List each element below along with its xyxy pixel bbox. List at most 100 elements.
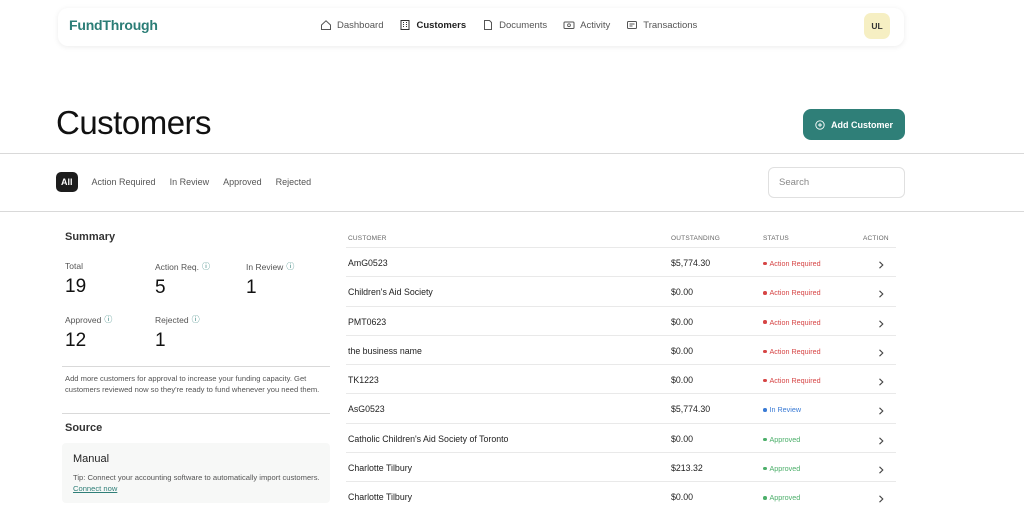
- status-label: Action Required: [769, 259, 821, 268]
- chevron-right-icon[interactable]: [876, 403, 886, 416]
- column-header-outstanding[interactable]: OUTSTANDING: [671, 235, 720, 242]
- stat-label: Approved ⓘ: [65, 314, 112, 325]
- customer-name: Catholic Children's Aid Society of Toron…: [348, 433, 509, 444]
- table-row[interactable]: Charlotte Tilbury $0.00 Approved: [346, 481, 896, 510]
- outstanding-amount: $5,774.30: [671, 258, 711, 268]
- nav-activity-label: Activity: [580, 19, 611, 31]
- filter-action-required[interactable]: Action Required: [92, 177, 156, 187]
- user-avatar[interactable]: UL: [864, 13, 890, 39]
- customer-name: PMT0623: [348, 316, 387, 327]
- page-title: Customers: [56, 104, 212, 141]
- status-dot: [763, 466, 767, 471]
- customer-name: AsG0523: [348, 404, 385, 415]
- chevron-right-icon[interactable]: [876, 286, 886, 298]
- outstanding-amount: $5,774.30: [671, 404, 711, 415]
- source-title: Source: [65, 422, 103, 434]
- nav-transactions[interactable]: Transactions: [626, 19, 697, 31]
- info-icon[interactable]: ⓘ: [192, 314, 200, 325]
- transactions-icon: [627, 21, 638, 29]
- status-badge: Action Required: [763, 259, 821, 268]
- search-input[interactable]: [768, 167, 905, 198]
- stat-value: 19: [65, 276, 87, 297]
- status-dot: [763, 437, 767, 442]
- stat-value: 5: [155, 277, 166, 298]
- connect-now-link[interactable]: Connect now: [73, 484, 117, 493]
- manual-tip-text: Tip: Connect your accounting software to…: [73, 473, 320, 482]
- status-dot: [763, 320, 767, 324]
- table-row[interactable]: Charlotte Tilbury $213.32 Approved: [346, 452, 896, 481]
- table-body: AmG0523 $5,774.30 Action Required Children'…: [346, 247, 896, 511]
- nav-documents[interactable]: Documents: [482, 19, 547, 31]
- chevron-right-icon[interactable]: [876, 374, 886, 386]
- filter-all[interactable]: All: [56, 172, 78, 192]
- table-row[interactable]: AmG0523 $5,774.30 Action Required: [346, 247, 896, 276]
- top-navigation: FundThrough Dashboard Customers Document…: [58, 8, 904, 46]
- status-label: Approved: [769, 464, 801, 474]
- status-dot: [763, 261, 767, 266]
- table-row[interactable]: Catholic Children's Aid Society of Toron…: [346, 422, 896, 452]
- activity-icon: [563, 21, 575, 29]
- stat-label-text: In Review: [246, 261, 284, 272]
- divider: [62, 413, 330, 414]
- status-label: Approved: [769, 493, 801, 503]
- nav-activity[interactable]: Activity: [563, 19, 610, 31]
- status-dot: [763, 408, 767, 412]
- chevron-right-icon[interactable]: [876, 345, 886, 357]
- status-label: Action Required: [769, 376, 821, 386]
- nav-customers[interactable]: Customers: [399, 19, 466, 31]
- customer-name: Charlotte Tilbury: [348, 463, 413, 474]
- nav-links: Dashboard Customers Documents Activity T…: [320, 19, 697, 31]
- table-row[interactable]: AsG0523 $5,774.30 In Review: [346, 393, 896, 422]
- nav-dashboard[interactable]: Dashboard: [320, 19, 383, 31]
- customer-name: AmG0523: [348, 258, 388, 268]
- column-header-customer[interactable]: CUSTOMER: [348, 235, 387, 242]
- stat-in-review: In Review ⓘ 1: [246, 261, 294, 299]
- customer-name: TK1223: [348, 375, 379, 386]
- stat-label-text: Action Req.: [155, 261, 199, 272]
- table-row[interactable]: Children's Aid Society $0.00 Action Requir…: [346, 276, 896, 305]
- status-badge: Action Required: [763, 318, 821, 327]
- stat-value: 1: [155, 330, 166, 351]
- outstanding-amount: $0.00: [671, 433, 694, 444]
- outstanding-amount: $0.00: [671, 345, 694, 356]
- divider: [62, 366, 330, 367]
- status-label: Action Required: [769, 317, 821, 327]
- chevron-right-icon[interactable]: [876, 491, 886, 503]
- status-badge: Action Required: [763, 288, 821, 297]
- nav-documents-label: Documents: [499, 19, 548, 31]
- table-row[interactable]: TK1223 $0.00 Action Required: [346, 364, 896, 393]
- status-label: Action Required: [769, 346, 821, 356]
- filter-approved[interactable]: Approved: [223, 177, 262, 187]
- info-icon[interactable]: ⓘ: [286, 261, 294, 272]
- outstanding-amount: $0.00: [671, 492, 694, 503]
- chevron-right-icon[interactable]: [876, 462, 886, 474]
- chevron-right-icon[interactable]: [876, 257, 886, 269]
- manual-title: Manual: [73, 453, 110, 465]
- stat-label-text: Approved: [65, 314, 102, 325]
- filter-in-review[interactable]: In Review: [170, 177, 210, 187]
- add-customer-button[interactable]: Add Customer: [803, 109, 905, 140]
- divider: [0, 211, 1024, 212]
- filter-rejected[interactable]: Rejected: [276, 177, 312, 187]
- chevron-right-icon[interactable]: [876, 433, 886, 445]
- table-row[interactable]: PMT0623 $0.00 Action Required: [346, 305, 896, 335]
- stat-value: 12: [65, 330, 87, 351]
- status-label: Action Required: [769, 288, 821, 298]
- stat-value: 1: [246, 277, 257, 298]
- info-icon[interactable]: ⓘ: [202, 261, 210, 272]
- brand-logo[interactable]: FundThrough: [69, 17, 158, 33]
- info-icon[interactable]: ⓘ: [104, 314, 112, 325]
- customer-name: Children's Aid Society: [348, 287, 433, 298]
- outstanding-amount: $0.00: [671, 316, 694, 327]
- column-header-status[interactable]: STATUS: [763, 235, 789, 242]
- table-row[interactable]: the business name $0.00 Action Required: [346, 334, 896, 364]
- stat-label-text: Total: [65, 261, 83, 271]
- stat-rejected: Rejected ⓘ 1: [155, 314, 200, 352]
- status-label: Approved: [769, 434, 801, 444]
- summary-note: Add more customers for approval to incre…: [65, 374, 320, 394]
- status-badge: Approved: [763, 464, 800, 473]
- chevron-right-icon[interactable]: [876, 316, 886, 328]
- stat-total: Total 19: [65, 261, 86, 298]
- nav-customers-label: Customers: [416, 19, 467, 31]
- divider: [0, 153, 1024, 154]
